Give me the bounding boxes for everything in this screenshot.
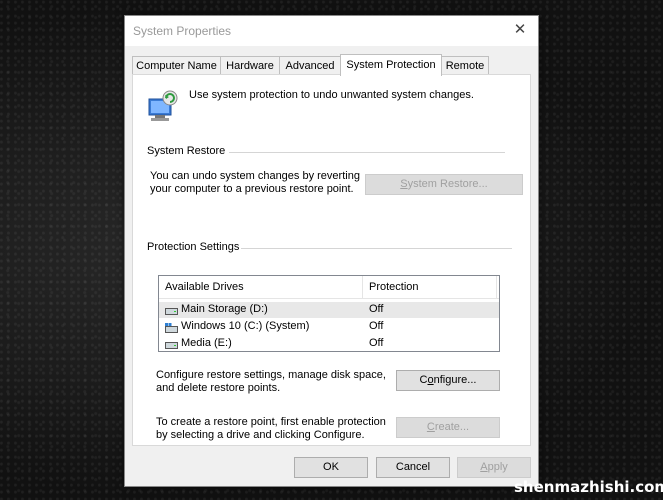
column-separator xyxy=(362,276,363,298)
drive-name: Windows 10 (C:) (System) xyxy=(181,320,310,332)
column-header-protection[interactable]: Protection xyxy=(369,281,419,293)
close-icon[interactable]: ✕ xyxy=(510,20,530,40)
cancel-button[interactable]: Cancel xyxy=(376,457,450,478)
create-desc-line1: To create a restore point, first enable … xyxy=(156,416,386,428)
system-restore-desc-line2: your computer to a previous restore poin… xyxy=(150,183,354,195)
button-text-rest: ystem Restore... xyxy=(407,178,488,190)
configure-desc-line1: Configure restore settings, manage disk … xyxy=(156,369,386,381)
drive-protection: Off xyxy=(369,320,384,332)
drive-icon xyxy=(165,306,178,315)
tab-system-protection[interactable]: System Protection xyxy=(340,54,442,76)
configure-description: Configure restore settings, manage disk … xyxy=(156,369,386,395)
tab-remote[interactable]: Remote xyxy=(441,56,489,74)
button-text-rest: nfigure... xyxy=(433,374,477,386)
drives-list-header: Available Drives Protection xyxy=(159,276,499,299)
ok-button[interactable]: OK xyxy=(294,457,368,478)
system-restore-description: You can undo system changes by reverting… xyxy=(150,170,360,196)
tab-panel: Use system protection to undo unwanted s… xyxy=(132,74,531,446)
configure-button[interactable]: Configure... xyxy=(396,370,500,391)
drive-name: Main Storage (D:) xyxy=(181,303,268,315)
drive-icon xyxy=(165,340,178,349)
create-description: To create a restore point, first enable … xyxy=(156,416,386,442)
tab-hardware[interactable]: Hardware xyxy=(220,56,280,74)
drive-row-media[interactable]: Media (E:) Off xyxy=(159,336,499,352)
watermark-text: shenmazhishi.com xyxy=(514,478,663,496)
button-text-rest: reate... xyxy=(434,421,470,433)
drive-name: Media (E:) xyxy=(181,337,232,349)
column-header-available-drives[interactable]: Available Drives xyxy=(165,281,244,293)
window-title: System Properties xyxy=(133,24,232,38)
tab-advanced[interactable]: Advanced xyxy=(279,56,341,74)
column-separator xyxy=(496,276,497,298)
system-drive-icon xyxy=(165,323,178,333)
button-text-prefix: C xyxy=(419,374,428,386)
system-restore-desc-line1: You can undo system changes by reverting xyxy=(150,170,360,182)
protection-settings-group-label: Protection Settings xyxy=(147,241,244,253)
intro-text: Use system protection to undo unwanted s… xyxy=(189,89,474,101)
group-divider xyxy=(241,248,512,249)
tab-computer-name[interactable]: Computer Name xyxy=(132,56,221,74)
group-divider xyxy=(229,152,505,153)
drive-row-windows[interactable]: Windows 10 (C:) (System) Off xyxy=(159,319,499,335)
title-bar: System Properties ✕ xyxy=(125,16,538,46)
system-restore-group-label: System Restore xyxy=(147,145,230,157)
configure-desc-line2: and delete restore points. xyxy=(156,382,281,394)
drive-protection: Off xyxy=(369,337,384,349)
button-accelerator: A xyxy=(480,461,488,473)
drive-protection: Off xyxy=(369,303,384,315)
button-accelerator: S xyxy=(400,178,408,190)
system-protection-icon xyxy=(145,89,181,123)
drives-list[interactable]: Available Drives Protection Main Storage… xyxy=(158,275,500,352)
create-desc-line2: by selecting a drive and clicking Config… xyxy=(156,429,365,441)
system-restore-button[interactable]: System Restore... xyxy=(365,174,523,195)
create-button[interactable]: Create... xyxy=(396,417,500,438)
system-properties-dialog: System Properties ✕ Computer Name Hardwa… xyxy=(124,15,539,487)
button-accelerator: C xyxy=(426,421,435,433)
apply-button[interactable]: Apply xyxy=(457,457,531,478)
button-text-rest: pply xyxy=(487,461,508,473)
drive-row-main-storage[interactable]: Main Storage (D:) Off xyxy=(159,302,499,318)
